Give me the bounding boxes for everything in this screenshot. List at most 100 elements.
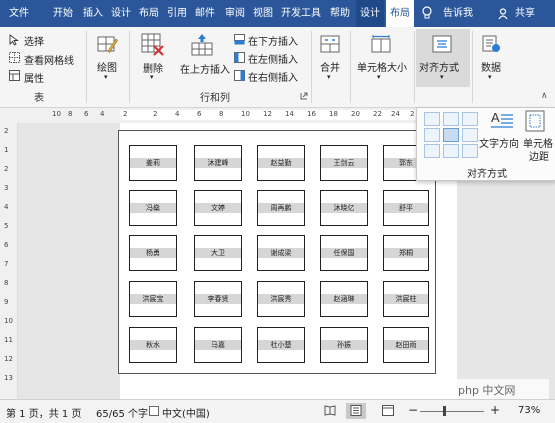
web-layout-icon[interactable] [382,405,394,419]
merge-dropdown-icon[interactable]: ▾ [327,73,331,81]
tab-file[interactable]: 文件 [4,0,34,27]
alignment-dropdown-icon[interactable]: ▾ [440,73,444,81]
table-cell[interactable]: 赵益勤 [257,145,305,181]
data-button[interactable]: 数据 [481,59,501,74]
ribbon-separator [350,31,351,103]
table-cell[interactable]: 杨勇 [129,235,177,271]
view-gridlines-button[interactable]: 查看网格线 [24,52,74,67]
table-cell[interactable]: 杜小楚 [257,327,305,363]
share-button[interactable]: 共享 [512,0,538,27]
dialog-launcher-icon[interactable] [300,92,308,103]
tab-developer[interactable]: 开发工具 [278,0,324,27]
insert-right-button[interactable]: 在右侧插入 [248,69,298,84]
proofing-icon [149,406,159,419]
align-bottom-right-button[interactable] [462,144,478,158]
table-cell[interactable]: 沐晓亿 [320,190,368,226]
align-middle-center-button[interactable] [443,128,459,142]
table-cell[interactable]: 洪宸柱 [383,281,429,317]
alignment-button[interactable]: 对齐方式 [419,59,459,74]
table-cell[interactable]: 舒平 [383,190,429,226]
table-cell[interactable]: 周再鹏 [257,190,305,226]
ribbon-separator [414,31,415,103]
table-cell[interactable]: 谢成梁 [257,235,305,271]
cell-text: 洪宸柱 [384,294,428,304]
table-cell[interactable]: 文婷 [194,190,242,226]
vertical-ruler-tick-label: 9 [4,298,9,306]
merge-button[interactable]: 合并 [320,59,340,74]
ruler-tick-label: 2 [153,110,158,118]
tab-home[interactable]: 开始 [48,0,78,27]
cell-margins-icon [525,110,545,135]
ruler-white-area [120,110,432,120]
cell-text: 冯燊 [130,203,176,213]
table-cell[interactable]: 王剑云 [320,145,368,181]
language-indicator[interactable]: 中文(中国) [162,405,210,420]
align-bottom-center-button[interactable] [443,144,459,158]
cell-margins-button-line2[interactable]: 边距 [529,148,549,163]
align-top-right-button[interactable] [462,112,478,126]
insert-below-button[interactable]: 在下方插入 [248,33,298,48]
tab-view[interactable]: 视图 [250,0,276,27]
table-cell[interactable]: 冯燊 [129,190,177,226]
tell-me-box[interactable]: 告诉我 [440,0,476,27]
lightbulb-icon [422,6,432,23]
tab-help[interactable]: 帮助 [326,0,354,27]
table-cell[interactable]: 沐建峰 [194,145,242,181]
share-person-icon [498,8,510,23]
table-cell[interactable]: 洪宸秀 [257,281,305,317]
tab-table-layout[interactable]: 布局 [386,0,414,27]
read-mode-icon[interactable] [324,405,336,419]
ruler-tick-label: 12 [263,110,272,118]
cell-size-dropdown-icon[interactable]: ▾ [377,73,381,81]
table-cell[interactable]: 姜莉 [129,145,177,181]
properties-button[interactable]: 属性 [24,70,44,85]
delete-dropdown-icon[interactable]: ▾ [150,73,154,81]
insert-below-icon [234,34,245,48]
word-count[interactable]: 65/65 个字 [96,405,148,420]
ruler-tick-label: 24 [391,110,400,118]
align-bottom-left-button[interactable] [424,144,440,158]
tab-design[interactable]: 设计 [108,0,134,27]
draw-button[interactable]: 绘图 [97,59,117,74]
zoom-level[interactable]: 73% [518,405,540,416]
align-middle-left-button[interactable] [424,128,440,142]
name-table[interactable]: 姜莉 沐建峰 赵益勤 王剑云 郭东 冯燊 文婷 周再鹏 沐晓亿 舒平 杨勇 大卫 谢成梁 任保国 郑桐 洪宸宝… [118,130,436,374]
page-count[interactable]: 第 1 页，共 1 页 [6,405,81,420]
insert-left-button[interactable]: 在左侧插入 [248,51,298,66]
data-dropdown-icon[interactable]: ▾ [488,73,492,81]
insert-above-button[interactable]: 在上方插入 [180,61,230,76]
table-cell[interactable]: 秋水 [129,327,177,363]
zoom-slider-thumb[interactable] [443,406,446,416]
table-cell[interactable]: 郑桐 [383,235,429,271]
table-cell[interactable]: 李春贤 [194,281,242,317]
cell-size-button[interactable]: 单元格大小 [357,59,407,74]
align-middle-right-button[interactable] [462,128,478,142]
table-cell[interactable]: 赵涵琳 [320,281,368,317]
zoom-out-button[interactable]: − [408,403,418,417]
properties-icon [9,70,20,84]
draw-dropdown-icon[interactable]: ▾ [104,73,108,81]
table-cell[interactable]: 洪宸宝 [129,281,177,317]
collapse-ribbon-icon[interactable]: ∧ [541,91,548,101]
tab-review[interactable]: 审阅 [222,0,248,27]
table-cell[interactable]: 任保国 [320,235,368,271]
align-top-left-button[interactable] [424,112,440,126]
tab-layout[interactable]: 布局 [136,0,162,27]
zoom-slider-track[interactable] [420,411,484,412]
draw-table-icon [96,33,118,58]
table-cell[interactable]: 赵田雨 [383,327,429,363]
text-direction-icon: A [489,110,515,133]
table-cell[interactable]: 孙振 [320,327,368,363]
tab-table-design[interactable]: 设计 [356,0,384,27]
align-top-center-button[interactable] [443,112,459,126]
table-cell[interactable]: 马嘉 [194,327,242,363]
select-button[interactable]: 选择 [24,33,44,48]
zoom-in-button[interactable]: + [490,403,500,417]
tab-mailings[interactable]: 邮件 [192,0,218,27]
tab-references[interactable]: 引用 [164,0,190,27]
cell-size-icon [371,35,391,56]
table-cell[interactable]: 大卫 [194,235,242,271]
print-layout-icon[interactable] [350,405,362,419]
text-direction-button[interactable]: 文字方向 [479,135,519,150]
tab-insert[interactable]: 插入 [80,0,106,27]
